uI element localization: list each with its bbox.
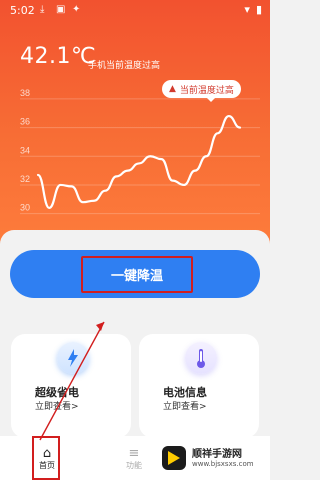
card-title: 电池信息 xyxy=(163,386,207,399)
cool-down-label[interactable]: 一键降温 xyxy=(81,256,193,293)
battery-icon: ▮ xyxy=(255,3,262,16)
signal-icon: ▾ xyxy=(244,3,250,16)
download-icon: ⤓ xyxy=(40,4,45,15)
screenshot-icon: ▣ xyxy=(56,4,66,15)
chart-y-tick-label: 32 xyxy=(20,174,30,184)
chart-y-ticks: 38 36 34 32 30 xyxy=(20,88,30,213)
home-highlight-box xyxy=(32,436,60,480)
chart-y-tick-label: 34 xyxy=(20,145,30,155)
features-icon: ≡ xyxy=(128,446,140,461)
nav-features-label: 功能 xyxy=(126,461,142,470)
watermark-logo-icon xyxy=(162,446,186,470)
status-time: 5:02 xyxy=(10,4,35,17)
lightning-icon xyxy=(57,342,89,374)
card-subtitle[interactable]: 立即查看> xyxy=(163,399,207,412)
status-right: ▾ ▮ xyxy=(244,3,262,16)
nav-features[interactable]: ≡ 功能 xyxy=(104,441,164,477)
thermometer-icon xyxy=(185,342,217,374)
temperature-line xyxy=(36,114,242,210)
app-icon: ✦ xyxy=(72,4,81,15)
chart-grid xyxy=(20,98,260,215)
watermark-domain: www.bjsxsxs.com xyxy=(192,459,254,468)
thermometer-glyph xyxy=(197,349,205,368)
card-super-save[interactable]: 超级省电 立即查看> xyxy=(11,334,131,438)
card-subtitle[interactable]: 立即查看> xyxy=(35,399,79,412)
watermark: 顺祥手游网 www.bjsxsxs.com xyxy=(162,446,254,470)
lightning-glyph xyxy=(68,349,78,367)
temperature-chart: 38 36 34 32 30 xyxy=(20,88,260,215)
watermark-title: 顺祥手游网 xyxy=(192,448,242,460)
temperature-value: 42.1℃ xyxy=(20,44,97,69)
chart-y-tick-label: 30 xyxy=(20,203,30,213)
card-title: 超级省电 xyxy=(35,386,79,399)
temperature-label: 手机当前温度过高 xyxy=(88,61,161,71)
watermark-text: 顺祥手游网 www.bjsxsxs.com xyxy=(192,449,254,468)
chart-y-tick-label: 38 xyxy=(20,88,30,98)
card-battery-info[interactable]: 电池信息 立即查看> xyxy=(139,334,259,438)
status-bar: 5:02 ⤓ ▣ ✦ ▾ ▮ xyxy=(0,0,270,22)
chart-y-tick-label: 36 xyxy=(20,117,30,127)
